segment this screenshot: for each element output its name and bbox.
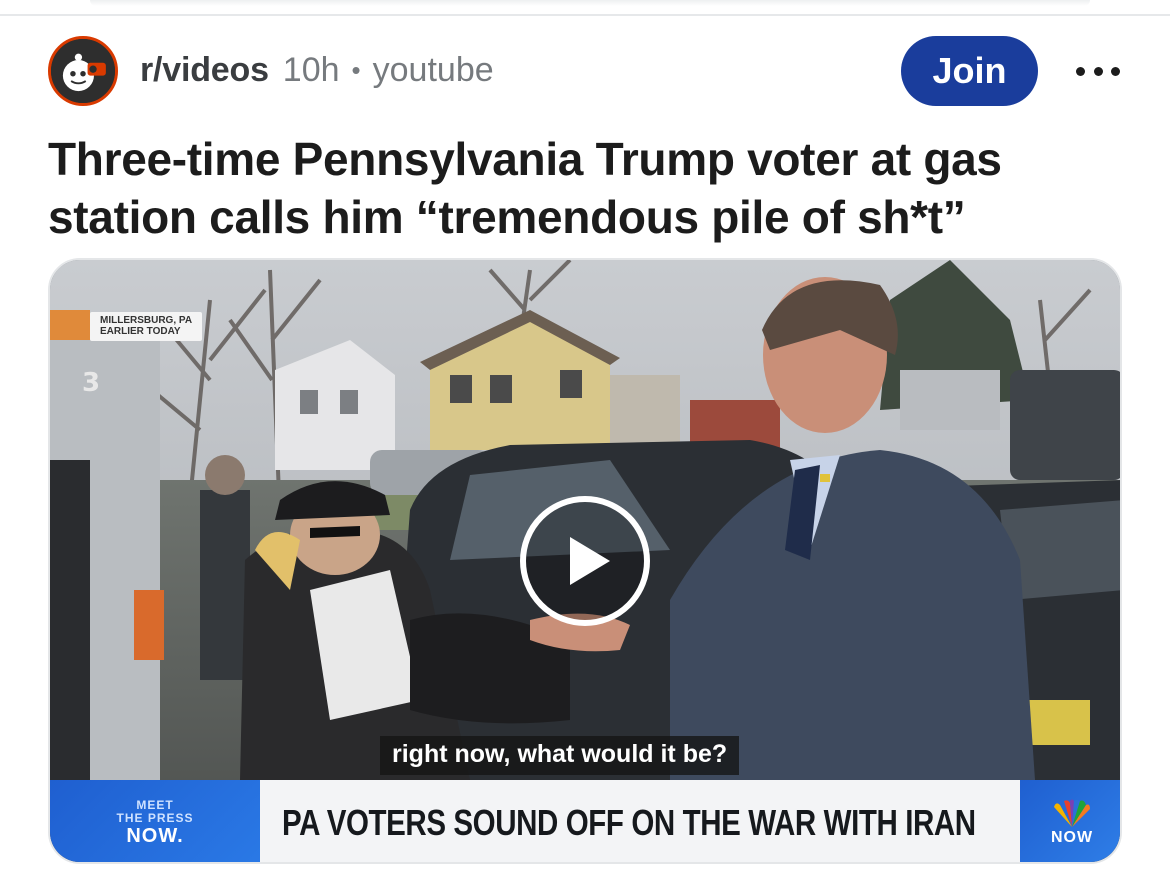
previous-post-edge xyxy=(90,0,1090,6)
show-logo-line2: THE PRESS xyxy=(116,811,194,825)
pump-number: 3 xyxy=(82,368,101,398)
post-header: r/videos 10h • youtube Join xyxy=(48,36,1128,108)
headline-text: PA VOTERS SOUND OFF ON THE WAR WITH IRAN xyxy=(282,802,976,843)
more-options-icon[interactable] xyxy=(1076,56,1120,86)
subreddit-name[interactable]: r/videos xyxy=(140,51,269,90)
lower-third-headline: PA VOTERS SOUND OFF ON THE WAR WITH IRAN xyxy=(260,780,1020,862)
play-triangle xyxy=(570,537,610,585)
peacock-icon xyxy=(1054,799,1090,827)
more-dot xyxy=(1076,66,1085,76)
time-line: EARLIER TODAY xyxy=(100,326,181,337)
video-caption: right now, what would it be? xyxy=(380,736,740,775)
post-time: 10h xyxy=(282,50,340,89)
join-button[interactable]: Join xyxy=(901,36,1038,106)
network-logo: NOW xyxy=(1020,780,1120,862)
video-player[interactable]: MILLERSBURG, PA EARLIER TODAY 3 right no… xyxy=(48,258,1122,864)
lower-third: MEET THE PRESS NOW. PA VOTERS SOUND OFF … xyxy=(50,780,1120,862)
more-dot xyxy=(1111,66,1120,76)
feed-divider xyxy=(0,14,1170,16)
post-domain[interactable]: youtube xyxy=(373,51,494,90)
show-logo-now: NOW. xyxy=(126,825,184,847)
play-icon[interactable] xyxy=(520,496,650,626)
meta-separator: • xyxy=(351,54,361,85)
location-tag: MILLERSBURG, PA EARLIER TODAY xyxy=(90,312,203,341)
location-line: MILLERSBURG, PA xyxy=(100,315,193,326)
post-meta: r/videos 10h • youtube xyxy=(140,50,494,90)
more-dot xyxy=(1093,66,1103,76)
network-now-label: NOW xyxy=(1050,829,1094,846)
show-logo: MEET THE PRESS NOW. xyxy=(50,780,260,862)
subreddit-avatar-icon[interactable] xyxy=(48,36,118,106)
post-title[interactable]: Three-time Pennsylvania Trump voter at g… xyxy=(48,130,1138,246)
